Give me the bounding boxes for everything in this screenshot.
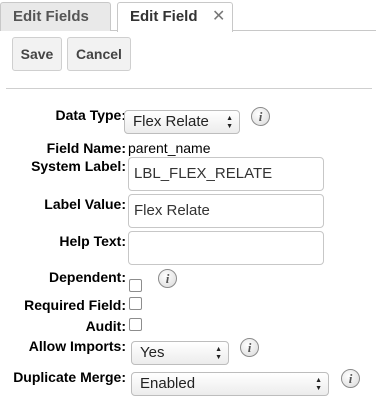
dependent-label: Dependent: bbox=[49, 269, 126, 285]
tab-edit-field-label: Edit Field bbox=[130, 8, 198, 25]
tab-edit-fields-label: Edit Fields bbox=[13, 8, 89, 25]
duplicate-merge-select[interactable]: Enabled ▲ ▼ bbox=[131, 372, 329, 396]
data-type-value: Flex Relate bbox=[133, 113, 209, 130]
allow-imports-value: Yes bbox=[140, 344, 165, 361]
close-icon[interactable]: ✕ bbox=[212, 3, 225, 30]
select-arrow-icon: ▲ ▼ bbox=[226, 115, 233, 130]
data-type-select[interactable]: Flex Relate ▲ ▼ bbox=[124, 110, 240, 134]
save-button[interactable]: Save bbox=[12, 37, 62, 71]
required-field-label: Required Field: bbox=[24, 297, 126, 313]
dependent-checkbox[interactable] bbox=[129, 279, 142, 292]
allow-imports-select[interactable]: Yes ▲ ▼ bbox=[131, 341, 229, 365]
allow-imports-label: Allow Imports: bbox=[28, 338, 126, 354]
select-arrow-icon: ▲ ▼ bbox=[215, 346, 222, 361]
duplicate-merge-label: Duplicate Merge: bbox=[13, 369, 126, 385]
info-icon[interactable]: i bbox=[158, 269, 177, 288]
duplicate-merge-value: Enabled bbox=[140, 375, 196, 392]
info-icon[interactable]: i bbox=[240, 338, 259, 357]
cancel-button[interactable]: Cancel bbox=[67, 37, 131, 71]
label-value-label: Label Value: bbox=[44, 196, 126, 212]
info-icon[interactable]: i bbox=[341, 369, 360, 388]
select-arrow-icon: ▲ ▼ bbox=[315, 377, 322, 392]
help-text-label: Help Text: bbox=[59, 233, 126, 249]
label-value-input[interactable]: Flex Relate bbox=[128, 194, 324, 228]
data-type-label: Data Type: bbox=[55, 107, 126, 123]
tab-edit-field[interactable]: Edit Field ✕ bbox=[117, 2, 233, 32]
info-icon[interactable]: i bbox=[251, 107, 270, 126]
help-text-input[interactable] bbox=[128, 231, 324, 265]
tab-edit-fields[interactable]: Edit Fields bbox=[0, 2, 111, 31]
field-name-label: Field Name: bbox=[46, 140, 126, 156]
required-field-checkbox[interactable] bbox=[129, 297, 142, 310]
system-label-label: System Label: bbox=[31, 158, 126, 174]
divider bbox=[6, 88, 372, 89]
audit-label: Audit: bbox=[85, 318, 126, 334]
audit-checkbox[interactable] bbox=[129, 318, 142, 331]
field-name-value: parent_name bbox=[128, 140, 211, 156]
system-label-input[interactable]: LBL_FLEX_RELATE bbox=[128, 157, 324, 191]
tab-bar: Edit Fields Edit Field ✕ bbox=[0, 0, 376, 32]
